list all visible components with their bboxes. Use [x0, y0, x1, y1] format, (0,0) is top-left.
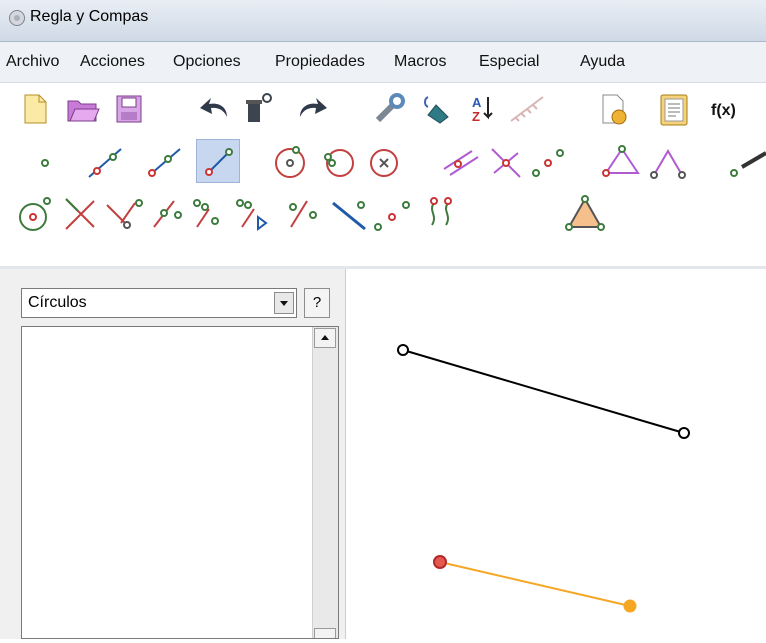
menu-macros[interactable]: Macros [394, 53, 446, 71]
fixed-angle-icon[interactable] [646, 139, 690, 183]
app-window: Regla y Compas Archivo Acciones Opciones… [0, 0, 766, 639]
delete-object-icon[interactable] [236, 87, 280, 131]
bisector-icon[interactable] [101, 191, 145, 235]
polygon-tool-icon[interactable] [563, 191, 607, 235]
category-select[interactable]: Círculos [21, 288, 297, 318]
help-button[interactable]: ? [304, 288, 330, 318]
menu-ayuda[interactable]: Ayuda [580, 53, 625, 71]
object-panel: Círculos ? [0, 269, 346, 639]
segment-endpoint-b[interactable] [678, 427, 690, 439]
circle-by-radius-icon[interactable] [316, 139, 360, 183]
settings-document-icon[interactable] [591, 87, 635, 131]
ray-tool-icon[interactable] [140, 139, 184, 183]
window-title: Regla y Compas [30, 8, 149, 25]
rotation-icon[interactable] [230, 191, 274, 235]
category-select-value: Círculos [28, 294, 87, 311]
orange-point[interactable] [623, 599, 637, 613]
orange-segment[interactable] [439, 561, 631, 607]
locus-icon[interactable] [420, 191, 464, 235]
reflection-icon[interactable] [187, 191, 231, 235]
circle-through-point-icon[interactable] [13, 191, 57, 235]
open-folder-icon[interactable] [60, 87, 104, 131]
clipboard-icon[interactable] [652, 87, 696, 131]
selected-point[interactable] [433, 555, 447, 569]
segment-tool-icon[interactable] [196, 139, 240, 183]
hide-object-icon[interactable] [414, 87, 458, 131]
chevron-down-icon[interactable] [274, 292, 294, 314]
new-file-icon[interactable] [13, 87, 57, 131]
drawing-canvas[interactable] [346, 269, 766, 639]
move-tool-icon[interactable] [722, 139, 766, 183]
toolbar-row-more [0, 187, 766, 239]
sort-az-icon[interactable]: AZ [460, 87, 504, 131]
edit-properties-icon[interactable] [368, 87, 412, 131]
line-tool-icon[interactable] [83, 139, 127, 183]
segment-endpoint-a[interactable] [397, 344, 409, 356]
circle-tool-icon[interactable] [268, 139, 312, 183]
menu-acciones[interactable]: Acciones [80, 53, 145, 71]
toolbar: AZ f(x) [0, 83, 766, 266]
list-scrollbar[interactable] [312, 327, 338, 638]
fixed-circle-icon[interactable] [362, 139, 406, 183]
construction-drawing [397, 344, 690, 613]
function-label: f(x) [711, 102, 736, 119]
svg-text:Z: Z [472, 109, 480, 124]
perpendicular-line-icon[interactable] [484, 139, 528, 183]
intersection-icon[interactable] [58, 191, 102, 235]
svg-text:A: A [472, 95, 482, 110]
menu-especial[interactable]: Especial [479, 53, 539, 71]
menu-bar: Archivo Acciones Opciones Propiedades Ma… [0, 42, 766, 83]
menu-archivo[interactable]: Archivo [6, 53, 59, 71]
points-sequence-icon[interactable] [370, 191, 414, 235]
app-icon [8, 9, 26, 27]
undo-icon[interactable] [193, 87, 237, 131]
midpoint-icon[interactable] [526, 139, 570, 183]
object-list[interactable] [21, 326, 339, 639]
scroll-up-button[interactable] [314, 328, 336, 348]
parallel-line-icon[interactable] [438, 139, 482, 183]
scroll-down-button[interactable] [314, 628, 336, 638]
redo-icon[interactable] [290, 87, 334, 131]
line-through-point-icon[interactable] [327, 191, 371, 235]
title-bar: Regla y Compas [0, 0, 766, 42]
angle-tool-icon[interactable] [600, 139, 644, 183]
function-button[interactable]: f(x) [705, 87, 749, 131]
menu-propiedades[interactable]: Propiedades [275, 53, 365, 71]
segment-point-icon[interactable] [144, 191, 188, 235]
toolbar-row-file: AZ f(x) [0, 83, 766, 135]
menu-opciones[interactable]: Opciones [173, 53, 241, 71]
point-tool-icon[interactable] [23, 139, 67, 183]
toolbar-row-construct [0, 135, 766, 187]
save-icon[interactable] [107, 87, 151, 131]
translation-icon[interactable] [281, 191, 325, 235]
black-segment[interactable] [402, 349, 685, 434]
grid-lines-icon[interactable] [505, 87, 549, 131]
